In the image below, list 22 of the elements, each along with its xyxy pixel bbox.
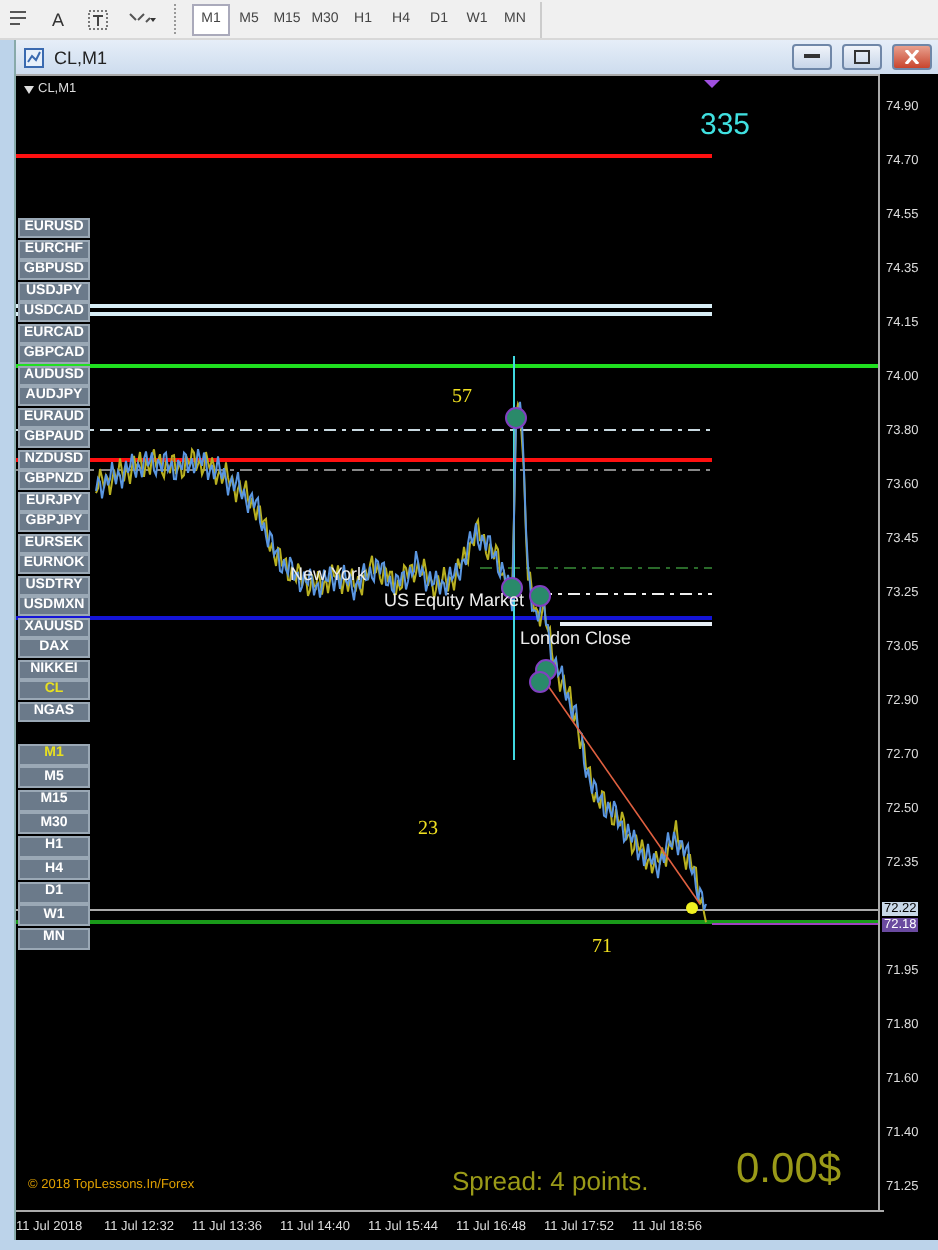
spread-text: Spread: 4 points. xyxy=(452,1166,649,1196)
chart-window-icon xyxy=(24,47,44,67)
count-label: 71 xyxy=(592,936,612,958)
close-button[interactable] xyxy=(892,44,932,70)
marker-icon xyxy=(529,585,551,607)
dot-icon xyxy=(686,902,698,914)
count-label: 23 xyxy=(418,818,438,840)
window-title: CL,M1 xyxy=(54,47,110,67)
tick-count: 335 xyxy=(700,108,751,142)
maximize-button[interactable] xyxy=(842,44,882,70)
triangle-icon xyxy=(704,80,720,88)
marker-icon xyxy=(529,671,551,693)
maximize-icon xyxy=(854,50,870,64)
collapse-arrow-icon xyxy=(24,86,34,94)
marker-icon xyxy=(505,407,527,429)
minimize-button[interactable] xyxy=(792,44,832,70)
minimize-icon xyxy=(804,54,820,60)
count-label: 57 xyxy=(452,386,472,408)
close-icon xyxy=(904,50,920,64)
text-tool-button[interactable]: A xyxy=(44,3,72,35)
profit-text: 0.00$ xyxy=(736,1146,842,1194)
session-label: New York xyxy=(290,564,367,584)
